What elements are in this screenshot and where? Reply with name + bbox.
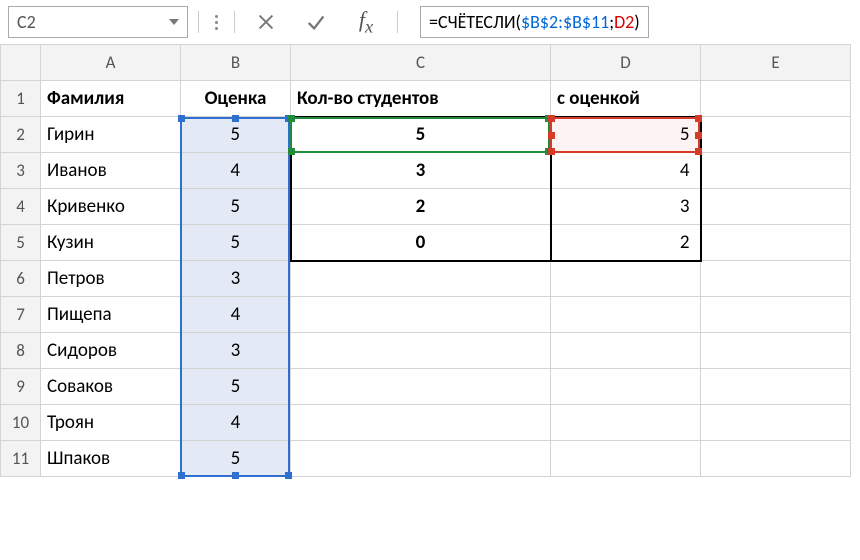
name-box[interactable]: C2 xyxy=(8,6,188,38)
check-icon xyxy=(305,11,327,33)
cell[interactable]: Соваков xyxy=(41,369,181,405)
cell[interactable]: 5 xyxy=(181,369,291,405)
spreadsheet-grid[interactable]: A B C D E 1 Фамилия Оценка Кол-во студен… xyxy=(0,44,860,477)
fx-icon: fx xyxy=(359,7,373,37)
cell[interactable]: с оценкой xyxy=(551,81,701,117)
col-header[interactable]: C xyxy=(291,45,551,81)
cell[interactable] xyxy=(701,189,851,225)
cell[interactable] xyxy=(701,153,851,189)
formula-input[interactable]: =СЧЁТЕСЛИ($B$2:$B$11;D2) xyxy=(420,6,649,38)
row-header[interactable]: 10 xyxy=(1,405,41,441)
row-header[interactable]: 5 xyxy=(1,225,41,261)
row-header[interactable]: 9 xyxy=(1,369,41,405)
cell[interactable] xyxy=(551,261,701,297)
cell[interactable]: Оценка xyxy=(181,81,291,117)
corner-cell[interactable] xyxy=(1,45,41,81)
separator xyxy=(198,11,199,33)
formula-arg1: $B$2:$B$11 xyxy=(521,11,609,33)
cell[interactable] xyxy=(701,333,851,369)
row-header[interactable]: 1 xyxy=(1,81,41,117)
cell[interactable] xyxy=(701,117,851,153)
col-header[interactable]: B xyxy=(181,45,291,81)
cell[interactable]: 5 xyxy=(291,117,551,153)
chevron-down-icon[interactable] xyxy=(169,19,179,25)
cell[interactable]: Кузин xyxy=(41,225,181,261)
row-header[interactable]: 11 xyxy=(1,441,41,477)
separator xyxy=(397,11,398,33)
separator xyxy=(234,11,235,33)
cell[interactable]: Петров xyxy=(41,261,181,297)
fx-button[interactable]: fx xyxy=(345,8,387,36)
name-box-value: C2 xyxy=(17,11,169,33)
cell[interactable] xyxy=(701,225,851,261)
cell[interactable] xyxy=(701,261,851,297)
cell[interactable]: Кол-во студентов xyxy=(291,81,551,117)
formula-arg2: D2 xyxy=(614,11,634,33)
cell[interactable]: Фамилия xyxy=(41,81,181,117)
cell[interactable]: Кривенко xyxy=(41,189,181,225)
cell[interactable] xyxy=(551,441,701,477)
cell[interactable] xyxy=(701,81,851,117)
cell[interactable] xyxy=(701,369,851,405)
cell[interactable] xyxy=(551,405,701,441)
cell[interactable]: 2 xyxy=(291,189,551,225)
cell[interactable] xyxy=(291,261,551,297)
cell[interactable]: Гирин xyxy=(41,117,181,153)
cell[interactable]: Сидоров xyxy=(41,333,181,369)
cell[interactable]: 4 xyxy=(181,297,291,333)
cell[interactable]: 3 xyxy=(551,189,701,225)
cell[interactable] xyxy=(291,441,551,477)
cell[interactable] xyxy=(291,405,551,441)
cell[interactable]: Пищепа xyxy=(41,297,181,333)
cancel-button[interactable] xyxy=(245,8,287,36)
cell[interactable] xyxy=(701,297,851,333)
cell[interactable]: 5 xyxy=(551,117,701,153)
row-header[interactable]: 6 xyxy=(1,261,41,297)
cell[interactable]: 5 xyxy=(181,189,291,225)
cell[interactable]: 4 xyxy=(181,405,291,441)
col-header[interactable]: E xyxy=(701,45,851,81)
row-header[interactable]: 3 xyxy=(1,153,41,189)
cell[interactable]: Троян xyxy=(41,405,181,441)
row-header[interactable]: 7 xyxy=(1,297,41,333)
cell[interactable]: 2 xyxy=(551,225,701,261)
ellipsis-icon[interactable] xyxy=(209,15,224,30)
row-header[interactable]: 2 xyxy=(1,117,41,153)
cell[interactable]: 4 xyxy=(551,153,701,189)
x-icon xyxy=(255,11,277,33)
cell[interactable]: Иванов xyxy=(41,153,181,189)
cell[interactable]: 3 xyxy=(291,153,551,189)
cell[interactable] xyxy=(701,441,851,477)
cell[interactable] xyxy=(551,333,701,369)
formula-bar: C2 fx =СЧЁТЕСЛИ($B$2:$B$11;D2) xyxy=(0,0,860,44)
cell[interactable] xyxy=(291,297,551,333)
col-header[interactable]: A xyxy=(41,45,181,81)
cell[interactable]: 5 xyxy=(181,441,291,477)
formula-suffix: ) xyxy=(634,11,639,33)
cell[interactable] xyxy=(291,333,551,369)
cell[interactable]: 4 xyxy=(181,153,291,189)
cell[interactable]: 0 xyxy=(291,225,551,261)
cell[interactable]: 5 xyxy=(181,117,291,153)
col-header[interactable]: D xyxy=(551,45,701,81)
cell[interactable] xyxy=(701,405,851,441)
cell[interactable] xyxy=(551,369,701,405)
formula-text: =СЧЁТЕСЛИ( xyxy=(429,11,521,33)
cell[interactable]: 3 xyxy=(181,261,291,297)
cell[interactable]: Шпаков xyxy=(41,441,181,477)
cell[interactable] xyxy=(551,297,701,333)
cell[interactable]: 5 xyxy=(181,225,291,261)
row-header[interactable]: 4 xyxy=(1,189,41,225)
cell[interactable]: 3 xyxy=(181,333,291,369)
row-header[interactable]: 8 xyxy=(1,333,41,369)
accept-button[interactable] xyxy=(295,8,337,36)
cell[interactable] xyxy=(291,369,551,405)
